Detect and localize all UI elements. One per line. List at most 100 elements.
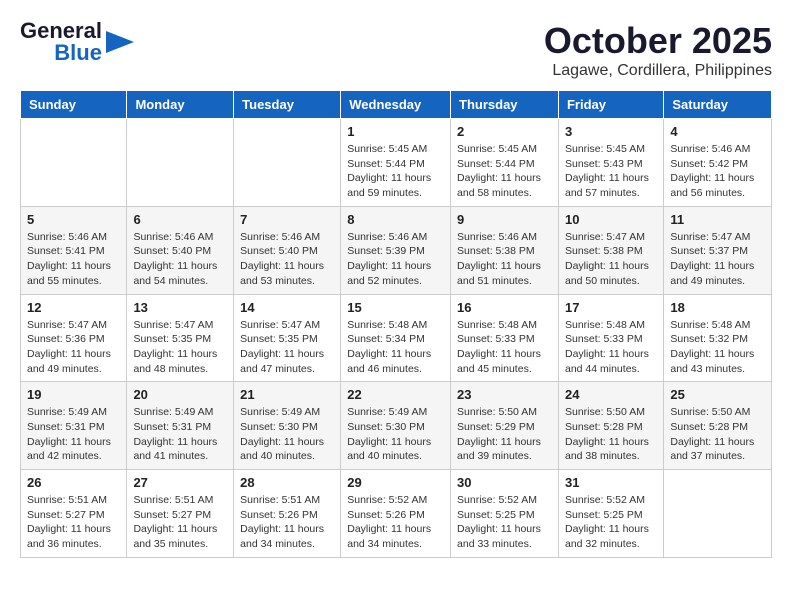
cell-info: Sunrise: 5:52 AM Sunset: 5:25 PM Dayligh…: [457, 493, 552, 552]
weekday-header-saturday: Saturday: [664, 91, 772, 119]
cell-info: Sunrise: 5:50 AM Sunset: 5:29 PM Dayligh…: [457, 405, 552, 464]
calendar-week-5: 26 Sunrise: 5:51 AM Sunset: 5:27 PM Dayli…: [21, 470, 772, 558]
day-number: 17: [565, 300, 657, 315]
cell-info: Sunrise: 5:48 AM Sunset: 5:33 PM Dayligh…: [565, 318, 657, 377]
cell-info: Sunrise: 5:46 AM Sunset: 5:38 PM Dayligh…: [457, 230, 552, 289]
cell-info: Sunrise: 5:52 AM Sunset: 5:26 PM Dayligh…: [347, 493, 444, 552]
calendar-cell: 28 Sunrise: 5:51 AM Sunset: 5:26 PM Dayli…: [234, 470, 341, 558]
cell-info: Sunrise: 5:49 AM Sunset: 5:30 PM Dayligh…: [240, 405, 334, 464]
calendar-cell: 12 Sunrise: 5:47 AM Sunset: 5:36 PM Dayli…: [21, 294, 127, 382]
calendar-cell: 4Sunrise: 5:46 AM Sunset: 5:42 PM Daylig…: [664, 119, 772, 207]
day-number: 9: [457, 212, 552, 227]
calendar-cell: 18 Sunrise: 5:48 AM Sunset: 5:32 PM Dayli…: [664, 294, 772, 382]
day-number: 12: [27, 300, 120, 315]
calendar-cell: 15 Sunrise: 5:48 AM Sunset: 5:34 PM Dayli…: [341, 294, 451, 382]
day-number: 23: [457, 387, 552, 402]
cell-info: Sunrise: 5:47 AM Sunset: 5:35 PM Dayligh…: [240, 318, 334, 377]
weekday-header-tuesday: Tuesday: [234, 91, 341, 119]
weekday-header-sunday: Sunday: [21, 91, 127, 119]
calendar-cell: 6Sunrise: 5:46 AM Sunset: 5:40 PM Daylig…: [127, 206, 234, 294]
calendar-cell: 30 Sunrise: 5:52 AM Sunset: 5:25 PM Dayli…: [451, 470, 559, 558]
cell-info: Sunrise: 5:47 AM Sunset: 5:37 PM Dayligh…: [670, 230, 765, 289]
day-number: 4: [670, 124, 765, 139]
cell-info: Sunrise: 5:48 AM Sunset: 5:33 PM Dayligh…: [457, 318, 552, 377]
calendar-week-3: 12 Sunrise: 5:47 AM Sunset: 5:36 PM Dayli…: [21, 294, 772, 382]
calendar-cell: 20 Sunrise: 5:49 AM Sunset: 5:31 PM Dayli…: [127, 382, 234, 470]
calendar-cell: 27 Sunrise: 5:51 AM Sunset: 5:27 PM Dayli…: [127, 470, 234, 558]
cell-info: Sunrise: 5:50 AM Sunset: 5:28 PM Dayligh…: [670, 405, 765, 464]
cell-info: Sunrise: 5:48 AM Sunset: 5:32 PM Dayligh…: [670, 318, 765, 377]
cell-info: Sunrise: 5:47 AM Sunset: 5:36 PM Dayligh…: [27, 318, 120, 377]
calendar-cell: [234, 119, 341, 207]
day-number: 11: [670, 212, 765, 227]
calendar-cell: 11 Sunrise: 5:47 AM Sunset: 5:37 PM Dayli…: [664, 206, 772, 294]
cell-info: Sunrise: 5:45 AM Sunset: 5:44 PM Dayligh…: [457, 142, 552, 201]
day-number: 22: [347, 387, 444, 402]
cell-info: Sunrise: 5:49 AM Sunset: 5:31 PM Dayligh…: [27, 405, 120, 464]
calendar-week-2: 5Sunrise: 5:46 AM Sunset: 5:41 PM Daylig…: [21, 206, 772, 294]
day-number: 18: [670, 300, 765, 315]
day-number: 7: [240, 212, 334, 227]
day-number: 16: [457, 300, 552, 315]
weekday-header-wednesday: Wednesday: [341, 91, 451, 119]
day-number: 26: [27, 475, 120, 490]
day-number: 20: [133, 387, 227, 402]
cell-info: Sunrise: 5:52 AM Sunset: 5:25 PM Dayligh…: [565, 493, 657, 552]
calendar-cell: 10Sunrise: 5:47 AM Sunset: 5:38 PM Dayli…: [558, 206, 663, 294]
calendar-cell: 26Sunrise: 5:51 AM Sunset: 5:27 PM Dayli…: [21, 470, 127, 558]
day-number: 27: [133, 475, 227, 490]
title-block: October 2025 Lagawe, Cordillera, Philipp…: [544, 20, 772, 80]
calendar-cell: 19Sunrise: 5:49 AM Sunset: 5:31 PM Dayli…: [21, 382, 127, 470]
logo: General Blue: [20, 20, 134, 64]
calendar-cell: [127, 119, 234, 207]
cell-info: Sunrise: 5:51 AM Sunset: 5:26 PM Dayligh…: [240, 493, 334, 552]
weekday-header-monday: Monday: [127, 91, 234, 119]
calendar-header-row: SundayMondayTuesdayWednesdayThursdayFrid…: [21, 91, 772, 119]
calendar-cell: 13Sunrise: 5:47 AM Sunset: 5:35 PM Dayli…: [127, 294, 234, 382]
cell-info: Sunrise: 5:46 AM Sunset: 5:41 PM Dayligh…: [27, 230, 120, 289]
day-number: 3: [565, 124, 657, 139]
location: Lagawe, Cordillera, Philippines: [544, 62, 772, 80]
cell-info: Sunrise: 5:46 AM Sunset: 5:40 PM Dayligh…: [240, 230, 334, 289]
calendar-table: SundayMondayTuesdayWednesdayThursdayFrid…: [20, 90, 772, 558]
day-number: 14: [240, 300, 334, 315]
calendar-body: 1 Sunrise: 5:45 AM Sunset: 5:44 PM Daylig…: [21, 119, 772, 558]
weekday-header-thursday: Thursday: [451, 91, 559, 119]
logo-arrow-icon: [106, 31, 134, 53]
cell-info: Sunrise: 5:48 AM Sunset: 5:34 PM Dayligh…: [347, 318, 444, 377]
calendar-cell: 31Sunrise: 5:52 AM Sunset: 5:25 PM Dayli…: [558, 470, 663, 558]
calendar-cell: 9 Sunrise: 5:46 AM Sunset: 5:38 PM Daylig…: [451, 206, 559, 294]
day-number: 8: [347, 212, 444, 227]
calendar-cell: 8Sunrise: 5:46 AM Sunset: 5:39 PM Daylig…: [341, 206, 451, 294]
calendar-cell: 17 Sunrise: 5:48 AM Sunset: 5:33 PM Dayli…: [558, 294, 663, 382]
cell-info: Sunrise: 5:45 AM Sunset: 5:44 PM Dayligh…: [347, 142, 444, 201]
calendar-cell: [21, 119, 127, 207]
cell-info: Sunrise: 5:51 AM Sunset: 5:27 PM Dayligh…: [133, 493, 227, 552]
cell-info: Sunrise: 5:49 AM Sunset: 5:31 PM Dayligh…: [133, 405, 227, 464]
calendar-cell: 5Sunrise: 5:46 AM Sunset: 5:41 PM Daylig…: [21, 206, 127, 294]
month-title: October 2025: [544, 20, 772, 62]
calendar-cell: 16 Sunrise: 5:48 AM Sunset: 5:33 PM Dayli…: [451, 294, 559, 382]
cell-info: Sunrise: 5:50 AM Sunset: 5:28 PM Dayligh…: [565, 405, 657, 464]
day-number: 29: [347, 475, 444, 490]
calendar-cell: 23 Sunrise: 5:50 AM Sunset: 5:29 PM Dayli…: [451, 382, 559, 470]
weekday-header-friday: Friday: [558, 91, 663, 119]
calendar-cell: 21 Sunrise: 5:49 AM Sunset: 5:30 PM Dayli…: [234, 382, 341, 470]
calendar-cell: 3Sunrise: 5:45 AM Sunset: 5:43 PM Daylig…: [558, 119, 663, 207]
day-number: 30: [457, 475, 552, 490]
day-number: 25: [670, 387, 765, 402]
logo-blue: Blue: [54, 42, 102, 64]
calendar-cell: 2 Sunrise: 5:45 AM Sunset: 5:44 PM Daylig…: [451, 119, 559, 207]
day-number: 28: [240, 475, 334, 490]
calendar-cell: 14 Sunrise: 5:47 AM Sunset: 5:35 PM Dayli…: [234, 294, 341, 382]
day-number: 1: [347, 124, 444, 139]
calendar-week-1: 1 Sunrise: 5:45 AM Sunset: 5:44 PM Daylig…: [21, 119, 772, 207]
cell-info: Sunrise: 5:47 AM Sunset: 5:35 PM Dayligh…: [133, 318, 227, 377]
day-number: 21: [240, 387, 334, 402]
day-number: 15: [347, 300, 444, 315]
calendar-cell: 29 Sunrise: 5:52 AM Sunset: 5:26 PM Dayli…: [341, 470, 451, 558]
calendar-cell: 1 Sunrise: 5:45 AM Sunset: 5:44 PM Daylig…: [341, 119, 451, 207]
day-number: 2: [457, 124, 552, 139]
calendar-cell: 24Sunrise: 5:50 AM Sunset: 5:28 PM Dayli…: [558, 382, 663, 470]
day-number: 6: [133, 212, 227, 227]
